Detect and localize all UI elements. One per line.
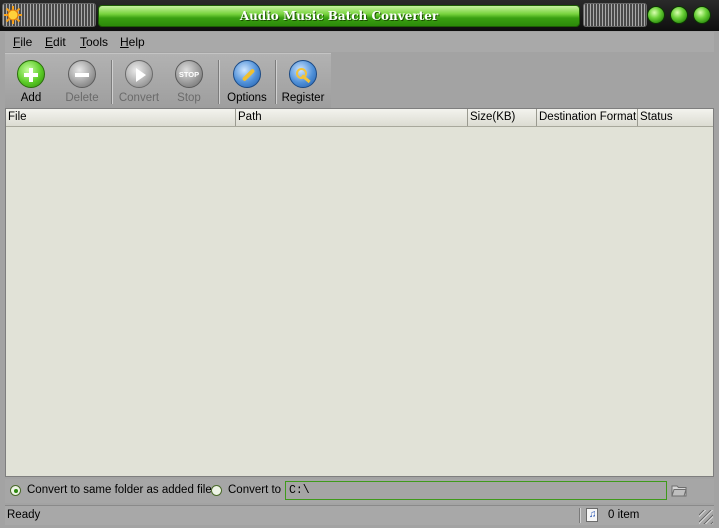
maximize-button[interactable]: [670, 6, 688, 24]
minimize-button[interactable]: [647, 6, 665, 24]
output-options: Convert to same folder as added file Con…: [5, 479, 714, 503]
window-title: Audio Music Batch Converter: [239, 9, 439, 23]
same-folder-radio[interactable]: [10, 485, 21, 496]
toolbar-separator: [275, 60, 277, 104]
item-count: 0 item: [608, 509, 640, 521]
toolbar-separator: [111, 60, 113, 104]
delete-label: Delete: [65, 92, 99, 104]
menu-bar: File Edit Tools Help: [5, 32, 714, 52]
column-path[interactable]: Path: [236, 109, 468, 126]
toolbar-separator: [218, 60, 220, 104]
column-destination-format[interactable]: Destination Format: [537, 109, 638, 126]
add-label: Add: [20, 92, 42, 104]
destination-path-input[interactable]: C:\: [285, 481, 667, 500]
title-bar[interactable]: Audio Music Batch Converter: [0, 0, 719, 31]
minus-circle-icon: [68, 60, 96, 88]
convert-to-radio[interactable]: [211, 485, 222, 496]
status-text: Ready: [7, 509, 41, 521]
music-note-icon: ♫: [586, 508, 598, 522]
close-button[interactable]: [693, 6, 711, 24]
add-button[interactable]: Add: [6, 58, 56, 106]
stop-sign-icon: STOP: [175, 60, 203, 88]
register-label: Register: [281, 92, 325, 104]
convert-button[interactable]: Convert: [114, 58, 164, 106]
toolbar: Add Delete Convert STOP Stop Options Reg…: [5, 53, 331, 108]
play-circle-icon: [125, 60, 153, 88]
title-grill-right: [583, 3, 647, 27]
folder-icon[interactable]: [671, 483, 687, 497]
column-status[interactable]: Status: [638, 109, 713, 126]
menu-tools[interactable]: Tools: [80, 35, 108, 49]
app-window: Audio Music Batch Converter File Edit To…: [0, 0, 719, 528]
status-separator: [579, 508, 581, 523]
options-label: Options: [227, 92, 267, 104]
delete-button[interactable]: Delete: [57, 58, 107, 106]
status-bar: Ready ♫ 0 item: [5, 505, 714, 525]
menu-help[interactable]: Help: [120, 35, 145, 49]
wrench-icon: [233, 60, 261, 88]
plus-circle-icon: [17, 60, 45, 88]
convert-label: Convert: [118, 92, 160, 104]
column-size[interactable]: Size(KB): [468, 109, 537, 126]
menu-file[interactable]: File: [13, 35, 32, 49]
register-button[interactable]: Register: [278, 58, 328, 106]
file-list[interactable]: File Path Size(KB) Destination Format St…: [5, 108, 714, 477]
key-icon: [289, 60, 317, 88]
stop-button[interactable]: STOP Stop: [164, 58, 214, 106]
sun-icon[interactable]: [4, 6, 22, 24]
stop-label: Stop: [177, 92, 201, 104]
same-folder-label[interactable]: Convert to same folder as added file: [27, 484, 212, 496]
convert-to-label[interactable]: Convert to: [228, 484, 281, 496]
column-file[interactable]: File: [6, 109, 236, 126]
title-plate: Audio Music Batch Converter: [98, 5, 580, 27]
options-button[interactable]: Options: [222, 58, 272, 106]
menu-edit[interactable]: Edit: [45, 35, 66, 49]
resize-grip[interactable]: [699, 510, 713, 524]
list-header: File Path Size(KB) Destination Format St…: [6, 109, 713, 127]
